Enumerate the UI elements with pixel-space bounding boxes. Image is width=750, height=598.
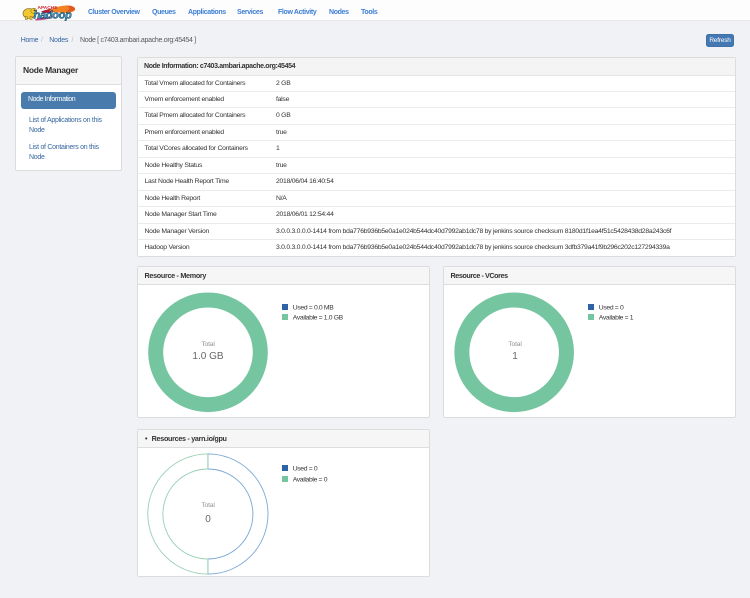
svg-text:hadoop: hadoop xyxy=(34,10,72,22)
